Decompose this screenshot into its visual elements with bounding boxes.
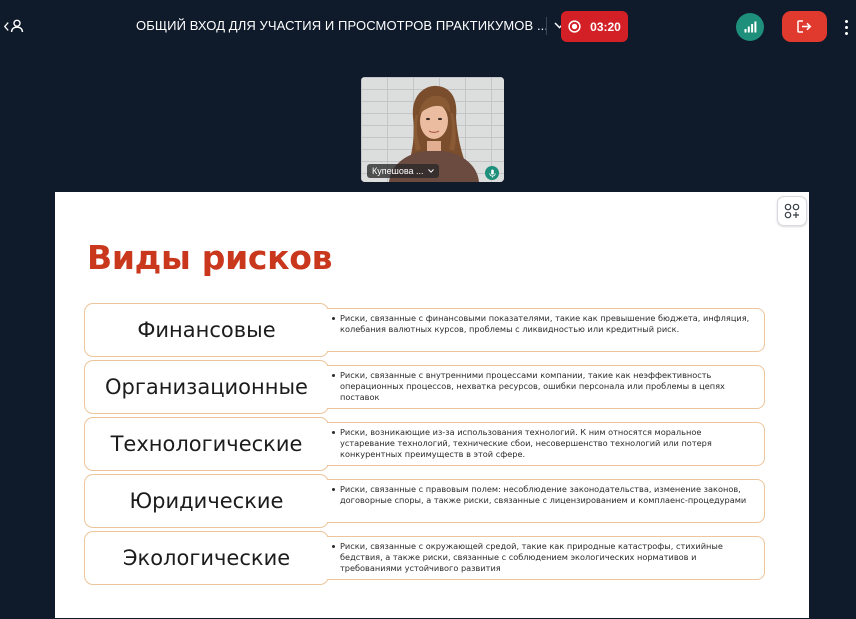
record-icon xyxy=(568,20,581,33)
risk-item: Финансовые Риски, связанные с финансовым… xyxy=(55,303,809,357)
risk-description: Риски, возникающие из-за использования т… xyxy=(327,422,765,466)
microphone-icon xyxy=(488,169,496,178)
person-icon xyxy=(10,19,24,33)
chevron-down-icon xyxy=(427,169,434,173)
participant-name: Купешова ... xyxy=(372,166,424,176)
risk-label: Технологические xyxy=(84,417,329,471)
risk-description: Риски, связанные с финансовыми показател… xyxy=(327,308,765,352)
risk-item: Организационные Риски, связанные с внутр… xyxy=(55,360,809,414)
meeting-title: ОБЩИЙ ВХОД ДЛЯ УЧАСТИЯ И ПРОСМОТРОВ ПРАК… xyxy=(136,18,549,33)
risk-label: Организационные xyxy=(84,360,329,414)
risk-description: Риски, связанные с правовым полем: несоб… xyxy=(327,479,765,523)
recording-button[interactable]: 03:20 xyxy=(561,11,628,42)
layout-grid-icon xyxy=(784,203,800,219)
chevron-left-icon xyxy=(4,21,9,31)
risk-label: Юридические xyxy=(84,474,329,528)
risk-item: Юридические Риски, связанные с правовым … xyxy=(55,474,809,528)
leave-meeting-button[interactable] xyxy=(782,11,827,42)
divider xyxy=(546,17,547,35)
risk-label: Экологические xyxy=(84,531,329,585)
connection-quality-button[interactable] xyxy=(736,13,764,41)
more-options-button[interactable] xyxy=(840,16,852,38)
layout-toggle-button[interactable] xyxy=(777,196,807,226)
participant-name-tag[interactable]: Купешова ... xyxy=(367,164,439,178)
signal-bars-icon xyxy=(744,21,756,33)
mic-status xyxy=(485,166,499,180)
recording-timer: 03:20 xyxy=(590,19,621,34)
risk-label: Финансовые xyxy=(84,303,329,357)
slide-title: Виды рисков xyxy=(87,238,333,277)
participants-button[interactable] xyxy=(4,17,26,35)
risk-item: Экологические Риски, связанные с окружаю… xyxy=(55,531,809,585)
risk-item: Технологические Риски, возникающие из-за… xyxy=(55,417,809,471)
presentation-slide: Виды рисков Финансовые Риски, связанные … xyxy=(55,192,809,618)
participant-video-tile[interactable]: Купешова ... xyxy=(361,77,504,182)
more-vertical-icon xyxy=(844,19,848,23)
meeting-title-button[interactable]: ОБЩИЙ ВХОД ДЛЯ УЧАСТИЯ И ПРОСМОТРОВ ПРАК… xyxy=(136,18,565,33)
risk-description: Риски, связанные с окружающей средой, та… xyxy=(327,536,765,580)
exit-icon xyxy=(797,20,812,33)
top-bar: ОБЩИЙ ВХОД ДЛЯ УЧАСТИЯ И ПРОСМОТРОВ ПРАК… xyxy=(0,0,856,52)
risk-description: Риски, связанные с внутренними процессам… xyxy=(327,365,765,409)
